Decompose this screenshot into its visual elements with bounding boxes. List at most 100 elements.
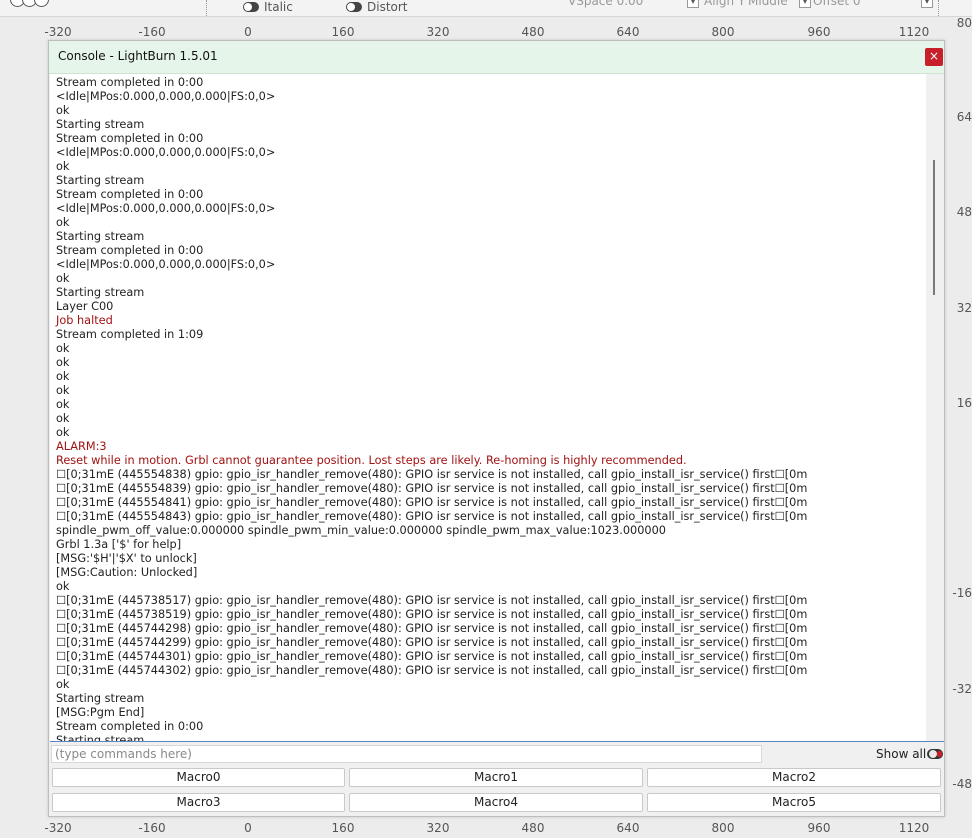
toolbar-separator xyxy=(206,0,208,16)
show-all-label: Show all xyxy=(876,747,927,761)
ruler-tick: 48 xyxy=(956,205,972,219)
console-scrollbar[interactable] xyxy=(926,74,944,741)
italic-label: Italic xyxy=(264,0,293,14)
scrollbar-thumb[interactable] xyxy=(933,160,935,295)
console-line: ☐[0;31mE (445554841) gpio: gpio_isr_hand… xyxy=(56,496,808,509)
ruler-tick: 160 xyxy=(331,821,355,835)
console-line: [MSG:'$H'|'$X' to unlock] xyxy=(56,552,197,565)
ruler-tick: 80 xyxy=(956,16,972,30)
console-title: Console - LightBurn 1.5.01 xyxy=(58,49,218,63)
console-line: Grbl 1.3a ['$' for help] xyxy=(56,538,182,551)
console-line: Stream completed in 1:09 xyxy=(56,328,204,341)
ruler-tick: 1120 xyxy=(898,25,930,39)
console-line: ☐[0;31mE (445738519) gpio: gpio_isr_hand… xyxy=(56,608,808,621)
console-line: Starting stream xyxy=(56,118,145,131)
ruler-tick: 480 xyxy=(521,821,545,835)
ruler-tick: -320 xyxy=(44,25,72,39)
ruler-tick: -32 xyxy=(952,682,972,696)
console-line: Stream completed in 0:00 xyxy=(56,244,204,257)
console-line: Layer C00 xyxy=(56,300,114,313)
align-dropdown-icon[interactable]: ▾ xyxy=(687,0,699,8)
ruler-tick: -160 xyxy=(138,821,166,835)
console-line: Stream completed in 0:00 xyxy=(56,76,204,89)
console-line: ☐[0;31mE (445744301) gpio: gpio_isr_hand… xyxy=(56,650,808,663)
ruler-tick: 960 xyxy=(807,821,831,835)
ruler-tick: 32 xyxy=(956,301,972,315)
ruler-tick: 960 xyxy=(807,25,831,39)
distort-label: Distort xyxy=(367,0,408,14)
circle-shapes-icon[interactable] xyxy=(10,0,49,10)
command-input[interactable] xyxy=(51,745,762,763)
ruler-tick: 1120 xyxy=(898,821,930,835)
ruler-right: 80 64 48 32 16 -16 -32 -48 xyxy=(948,0,972,834)
ruler-tick: 16 xyxy=(956,396,972,410)
console-line: <Idle|MPos:0.000,0.000,0.000|FS:0,0> xyxy=(56,202,276,215)
console-line: ALARM:3 xyxy=(56,440,107,453)
show-all-toggle[interactable] xyxy=(927,749,943,759)
macro1-button[interactable]: Macro1 xyxy=(349,768,643,787)
console-line: Starting stream xyxy=(56,230,145,243)
vspace-field[interactable]: VSpace 0.00 xyxy=(568,0,643,8)
ruler-tick: -48 xyxy=(952,777,972,791)
close-icon[interactable]: × xyxy=(925,48,943,66)
offset-field[interactable]: Offset 0 xyxy=(813,0,861,8)
console-line: ok xyxy=(56,216,70,229)
console-window: Console - LightBurn 1.5.01 × Stream comp… xyxy=(48,40,945,817)
console-line: ok xyxy=(56,384,70,397)
ruler-tick: -160 xyxy=(138,25,166,39)
offset-spin-icon[interactable]: ▾ xyxy=(921,0,933,8)
align-select-chevron-icon[interactable]: ▾ xyxy=(799,0,811,8)
ruler-tick: 320 xyxy=(426,25,450,39)
console-line: [MSG:Pgm End] xyxy=(56,706,145,719)
console-line: ☐[0;31mE (445744299) gpio: gpio_isr_hand… xyxy=(56,636,808,649)
console-line: ☐[0;31mE (445738517) gpio: gpio_isr_hand… xyxy=(56,594,808,607)
console-title-bar[interactable]: Console - LightBurn 1.5.01 × xyxy=(49,41,944,74)
console-line: ok xyxy=(56,370,70,383)
input-separator xyxy=(50,741,944,742)
console-line: Stream completed in 0:00 xyxy=(56,188,204,201)
console-line: Stream completed in 0:00 xyxy=(56,132,204,145)
console-line: ok xyxy=(56,580,70,593)
macro4-button[interactable]: Macro4 xyxy=(349,793,643,812)
console-line: ok xyxy=(56,426,70,439)
console-line: Stream completed in 0:00 xyxy=(56,720,204,733)
console-line: ok xyxy=(56,678,70,691)
distort-toggle[interactable] xyxy=(346,2,362,12)
console-line: spindle_pwm_off_value:0.000000 spindle_p… xyxy=(56,524,666,537)
macro2-button[interactable]: Macro2 xyxy=(647,768,941,787)
ruler-tick: 160 xyxy=(331,25,355,39)
console-line: Reset while in motion. Grbl cannot guara… xyxy=(56,454,687,467)
ruler-tick: 0 xyxy=(244,25,252,39)
console-line: ok xyxy=(56,412,70,425)
console-line: ☐[0;31mE (445744302) gpio: gpio_isr_hand… xyxy=(56,664,808,677)
align-select[interactable]: Middle xyxy=(748,0,788,8)
ruler-tick: 0 xyxy=(244,821,252,835)
top-toolbar: Italic Distort VSpace 0.00 ▾ Align Y Mid… xyxy=(0,0,972,17)
ruler-top: -320 -160 0 160 320 480 640 800 960 1120 xyxy=(0,22,972,42)
ruler-tick: 480 xyxy=(521,25,545,39)
ruler-tick: 320 xyxy=(426,821,450,835)
console-line: Starting stream xyxy=(56,692,145,705)
ruler-tick: -16 xyxy=(952,586,972,600)
console-line: <Idle|MPos:0.000,0.000,0.000|FS:0,0> xyxy=(56,258,276,271)
console-line: ok xyxy=(56,342,70,355)
console-line: <Idle|MPos:0.000,0.000,0.000|FS:0,0> xyxy=(56,146,276,159)
align-label: Align Y xyxy=(704,0,746,8)
ruler-tick: -320 xyxy=(44,821,72,835)
console-line: Starting stream xyxy=(56,734,145,741)
macro3-button[interactable]: Macro3 xyxy=(52,793,345,812)
ruler-bottom: -320 -160 0 160 320 480 640 800 960 1120 xyxy=(0,818,972,838)
italic-toggle[interactable] xyxy=(243,2,259,12)
macro5-button[interactable]: Macro5 xyxy=(647,793,941,812)
console-line: ok xyxy=(56,160,70,173)
console-output[interactable]: Stream completed in 0:00 <Idle|MPos:0.000… xyxy=(50,74,926,741)
console-line: <Idle|MPos:0.000,0.000,0.000|FS:0,0> xyxy=(56,90,276,103)
console-line: ok xyxy=(56,272,70,285)
console-line: ☐[0;31mE (445554839) gpio: gpio_isr_hand… xyxy=(56,482,808,495)
console-line: ☐[0;31mE (445554838) gpio: gpio_isr_hand… xyxy=(56,468,808,481)
console-line: Starting stream xyxy=(56,174,145,187)
console-line: Starting stream xyxy=(56,286,145,299)
macro0-button[interactable]: Macro0 xyxy=(52,768,345,787)
ruler-tick: 640 xyxy=(616,821,640,835)
ruler-tick: 800 xyxy=(711,25,735,39)
